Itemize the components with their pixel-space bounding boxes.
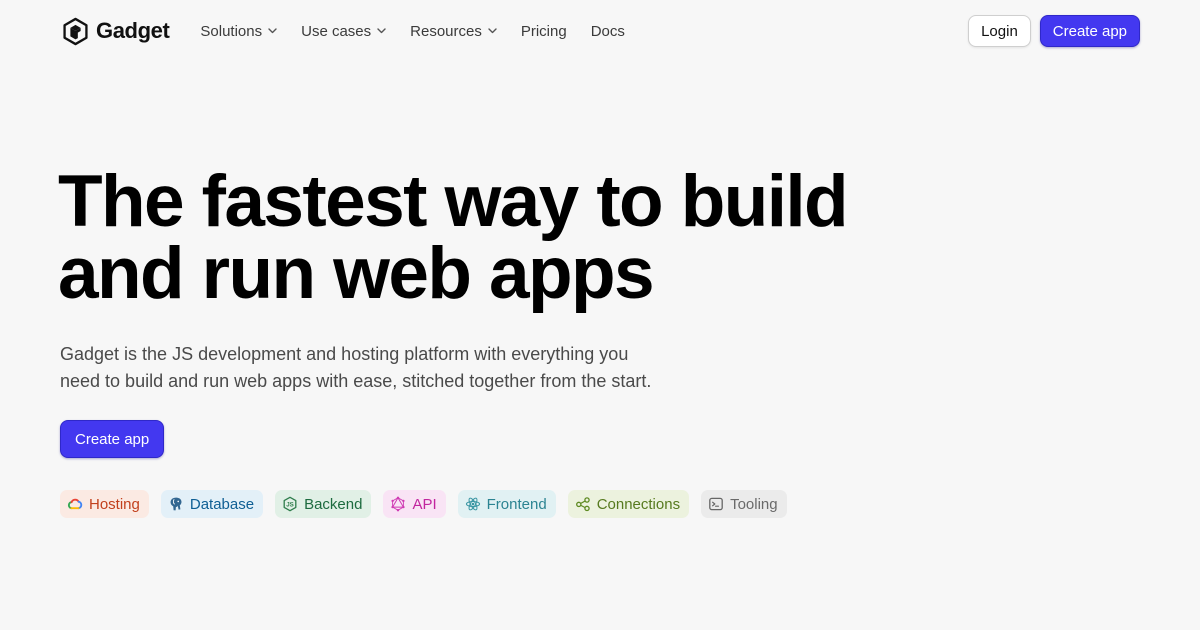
terminal-icon <box>709 497 723 511</box>
feature-chip-label: Database <box>189 495 255 513</box>
nav-item-label: Docs <box>590 22 625 40</box>
nav-item-label: Pricing <box>520 22 567 40</box>
react-icon <box>465 497 480 511</box>
feature-chip-connections[interactable]: Connections <box>567 490 690 518</box>
main-nav: Solutions Use cases Resources Pricing Do… <box>200 23 649 40</box>
nav-item-use-cases[interactable]: Use cases <box>301 23 386 40</box>
chevron-down-icon <box>488 28 497 34</box>
hero-title-line-2: and run web apps <box>58 233 655 314</box>
brand-logo-link[interactable]: Gadget <box>61 17 170 46</box>
nav-item-label: Resources <box>410 22 482 40</box>
feature-chips: Hosting Database JS Backend API Frontend… <box>60 490 787 518</box>
login-button[interactable]: Login <box>968 15 1031 47</box>
feature-chip-label: Tooling <box>730 495 778 513</box>
google-cloud-icon <box>67 498 83 510</box>
header-actions: Login Create app <box>968 15 1140 47</box>
nav-item-docs[interactable]: Docs <box>591 23 625 40</box>
gadget-cube-logo <box>63 17 88 45</box>
nav-item-solutions[interactable]: Solutions <box>200 23 277 40</box>
graphql-icon <box>391 496 406 512</box>
feature-chip-frontend[interactable]: Frontend <box>457 490 556 518</box>
feature-chip-tooling[interactable]: Tooling <box>701 490 787 518</box>
landing-page: Gadget Solutions Use cases Resources Pri… <box>0 0 1200 630</box>
hero-title-line-1: The fastest way to build <box>58 161 849 242</box>
nodejs-icon: JS <box>283 496 297 512</box>
nav-item-pricing[interactable]: Pricing <box>521 23 567 40</box>
hero-subtitle: Gadget is the JS development and hosting… <box>60 341 680 395</box>
svg-text:JS: JS <box>286 502 294 509</box>
feature-chip-label: Frontend <box>486 495 547 513</box>
chevron-down-icon <box>377 28 386 34</box>
feature-chip-label: Backend <box>304 495 363 513</box>
brand-name: Gadget <box>96 18 170 43</box>
feature-chip-label: API <box>412 495 437 513</box>
connections-nodes-icon <box>575 497 590 512</box>
create-app-button[interactable]: Create app <box>1039 15 1140 47</box>
feature-chip-label: Connections <box>596 495 681 513</box>
postgres-elephant-icon <box>170 497 182 511</box>
feature-chip-label: Hosting <box>89 495 140 513</box>
feature-chip-backend[interactable]: JS Backend <box>275 490 372 518</box>
site-header: Gadget Solutions Use cases Resources Pri… <box>60 14 1140 48</box>
chevron-down-icon <box>268 28 277 34</box>
nav-item-resources[interactable]: Resources <box>410 23 497 40</box>
hero-create-app-button[interactable]: Create app <box>60 420 165 458</box>
hero-title: The fastest way to build and run web app… <box>58 165 958 310</box>
feature-chip-api[interactable]: API <box>383 490 446 518</box>
feature-chip-hosting[interactable]: Hosting <box>60 490 149 518</box>
nav-item-label: Use cases <box>301 22 372 40</box>
hero-subtitle-line-1: Gadget is the JS development and hosting… <box>60 344 629 364</box>
hero-subtitle-line-2: need to build and run web apps with ease… <box>60 371 652 391</box>
nav-item-label: Solutions <box>200 22 263 40</box>
feature-chip-database[interactable]: Database <box>160 490 264 518</box>
